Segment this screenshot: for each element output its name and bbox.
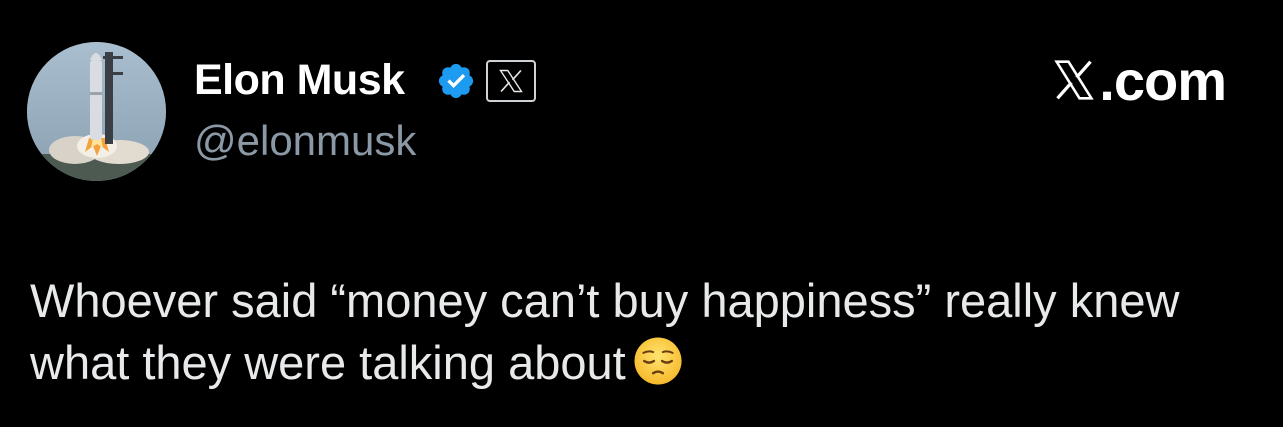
rocket-launch-avatar-icon [27,42,166,181]
handle[interactable]: @elonmusk [194,117,416,165]
tweet-body: Whoever said “money can’t buy happiness”… [30,274,1193,389]
pensive-face-emoji-icon [634,337,682,385]
x-logo-badge[interactable] [486,60,536,102]
brand-logo: .com [1051,49,1227,112]
x-logo-icon [1054,60,1095,100]
tweet-card: Elon Musk @elonmusk .com Whoever said “m… [0,0,1283,427]
tweet-text: Whoever said “money can’t buy happiness”… [30,270,1260,394]
brand-text: .com [1099,48,1227,112]
display-name[interactable]: Elon Musk [194,56,405,105]
avatar[interactable] [27,42,166,181]
verified-badge-icon[interactable] [436,61,476,101]
x-logo-badge-icon [499,69,523,93]
